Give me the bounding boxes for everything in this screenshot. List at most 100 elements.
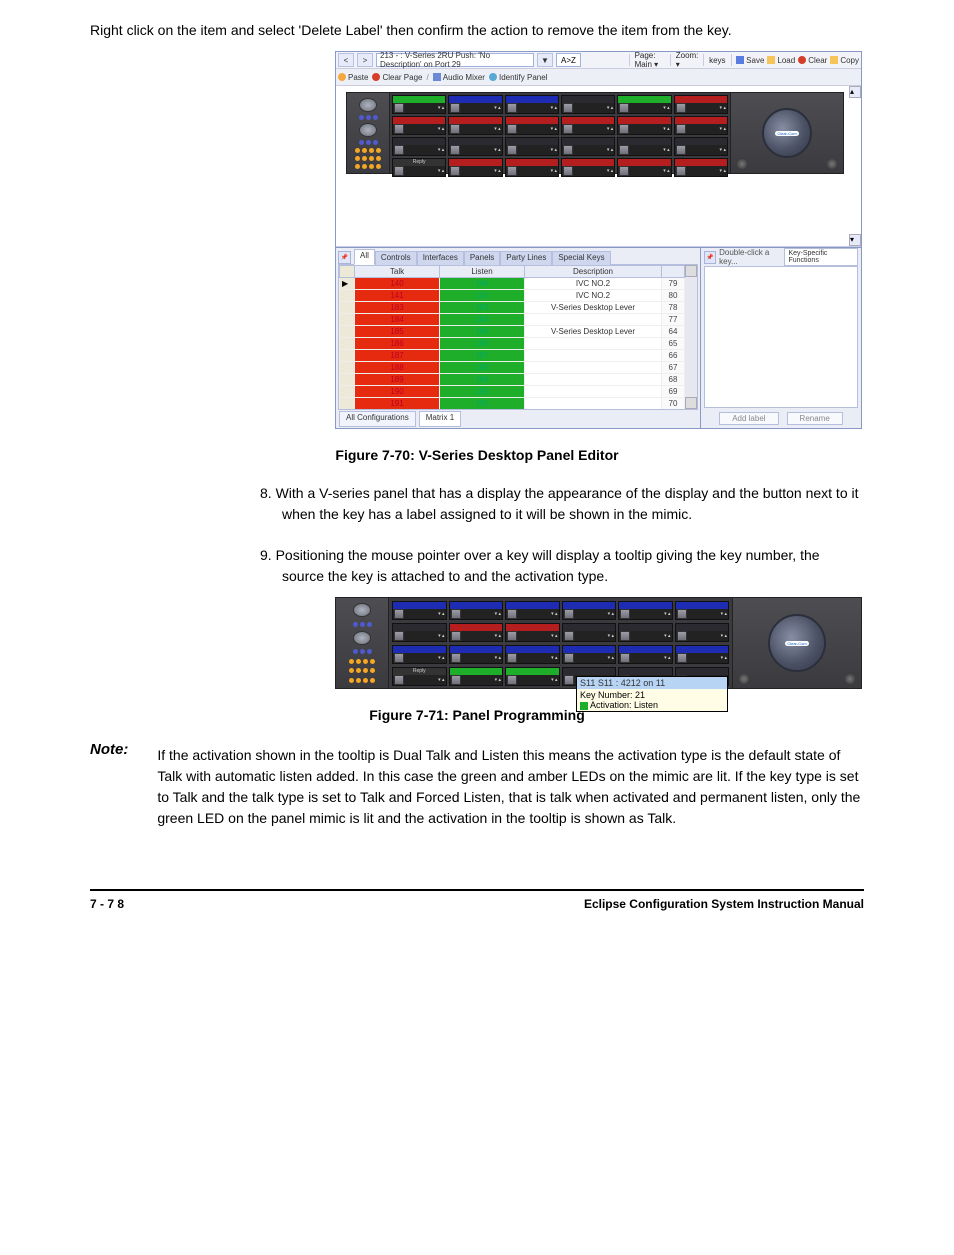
listen-cell[interactable]: 191 [440,398,525,410]
listen-cell[interactable]: 141 [440,290,525,302]
row-selector[interactable] [340,314,355,326]
panel-key[interactable]: ▾ ▴ [561,137,615,156]
table-row[interactable]: 185185V-Series Desktop Lever64 [340,326,685,338]
table-row[interactable]: 141141IVC NO.280 [340,290,685,302]
panel-key[interactable]: ▾ ▴ [675,645,730,664]
panel-key[interactable]: ▾ ▴ [505,116,559,135]
panel-key[interactable]: ▾ ▴ [505,645,560,664]
table-row[interactable]: ▶140140IVC NO.279 [340,278,685,290]
scroll-up-button[interactable]: ▴ [849,86,861,98]
listen-cell[interactable]: 190 [440,386,525,398]
tab-panels[interactable]: Panels [464,251,500,266]
scroll-down-button[interactable]: ▾ [849,234,861,246]
zoom-dropdown[interactable]: Zoom: ▾ [676,51,699,69]
panel-key[interactable]: ▾ ▴ [675,623,730,642]
panel-key[interactable]: ▾ ▴ [618,601,673,620]
panel-key[interactable]: ▾ ▴ [449,667,504,686]
scroll-down-icon[interactable] [685,397,697,409]
panel-key[interactable]: ▾ ▴ [448,137,502,156]
table-row[interactable]: 18618665 [340,338,685,350]
table-row[interactable]: 19119170 [340,398,685,410]
tab-controls[interactable]: Controls [375,251,417,266]
panel-key[interactable]: ▾ ▴ [674,137,728,156]
panel-reply-key[interactable]: Reply▾ ▴ [392,158,446,177]
clear-button[interactable]: Clear [798,56,827,65]
panel-key[interactable]: ▾ ▴ [392,645,447,664]
panel-key[interactable]: ▾ ▴ [448,95,502,114]
row-selector[interactable]: ▶ [340,278,355,290]
talk-cell[interactable]: 187 [355,350,440,362]
panel-key[interactable]: ▾ ▴ [392,116,446,135]
paste-button[interactable]: Paste [338,73,368,82]
panel-key[interactable]: ▾ ▴ [448,158,502,177]
tab-matrix-1[interactable]: Matrix 1 [419,411,461,427]
panel-key[interactable]: ▾ ▴ [505,137,559,156]
talk-cell[interactable]: 140 [355,278,440,290]
panel-key[interactable]: ▾ ▴ [675,601,730,620]
table-row[interactable]: 18418477 [340,314,685,326]
tab-special-keys[interactable]: Special Keys [552,251,610,266]
nav-prev-button[interactable]: < [338,53,354,67]
panel-key[interactable]: ▾ ▴ [505,601,560,620]
talk-cell[interactable]: 190 [355,386,440,398]
panel-key[interactable]: ▾ ▴ [561,158,615,177]
row-selector[interactable] [340,326,355,338]
panel-key[interactable]: ▾ ▴ [617,95,671,114]
rename-button[interactable]: Rename [787,412,843,425]
panel-key[interactable]: ▾ ▴ [562,623,617,642]
panel-key[interactable]: ▾ ▴ [674,95,728,114]
tab-all-configurations[interactable]: All Configurations [339,411,416,427]
page-dropdown[interactable]: Page: Main ▾ [635,51,666,69]
table-row[interactable]: 18918968 [340,374,685,386]
tab-party-lines[interactable]: Party Lines [500,251,552,266]
load-button[interactable]: Load [767,56,795,65]
table-row[interactable]: 183183V-Series Desktop Lever78 [340,302,685,314]
panel-key[interactable]: ▾ ▴ [449,601,504,620]
talk-cell[interactable]: 184 [355,314,440,326]
volume-knob[interactable] [845,674,855,684]
talk-cell[interactable]: 141 [355,290,440,302]
tab-all[interactable]: All [354,249,375,265]
panel-key[interactable]: ▾ ▴ [618,623,673,642]
grid-scrollbar[interactable] [685,265,697,409]
listen-cell[interactable]: 184 [440,314,525,326]
panel-key[interactable]: ▾ ▴ [617,116,671,135]
talk-cell[interactable]: 186 [355,338,440,350]
row-selector[interactable] [340,386,355,398]
volume-knob[interactable] [739,674,749,684]
audio-mixer-button[interactable]: Audio Mixer [433,73,485,82]
panel-key[interactable]: ▾ ▴ [392,601,447,620]
panel-key[interactable]: ▾ ▴ [449,623,504,642]
panel-key[interactable]: ▾ ▴ [448,116,502,135]
add-label-button[interactable]: Add label [719,412,778,425]
panel-key[interactable]: ▾ ▴ [392,95,446,114]
clear-page-button[interactable]: Clear Page [372,73,422,82]
panel-key[interactable]: ▾ ▴ [505,158,559,177]
panel-key[interactable]: ▾ ▴ [561,116,615,135]
panel-key[interactable]: ▾ ▴ [562,645,617,664]
panel-key[interactable]: ▾ ▴ [674,116,728,135]
talk-cell[interactable]: 191 [355,398,440,410]
copy-button[interactable]: Copy [830,56,859,65]
listen-cell[interactable]: 189 [440,374,525,386]
panel-key[interactable]: ▾ ▴ [392,137,446,156]
panel-key[interactable]: ▾ ▴ [561,95,615,114]
volume-knob[interactable] [827,159,837,169]
sort-combo[interactable]: A>Z [556,53,581,67]
table-row[interactable]: 18718766 [340,350,685,362]
row-selector[interactable] [340,290,355,302]
panel-reply-key[interactable]: Reply▾ ▴ [392,667,447,686]
listen-cell[interactable]: 140 [440,278,525,290]
listen-cell[interactable]: 188 [440,362,525,374]
row-selector[interactable] [340,302,355,314]
row-selector[interactable] [340,362,355,374]
pin-icon[interactable]: 📌 [338,251,351,264]
panel-key[interactable]: ▾ ▴ [449,645,504,664]
panel-key[interactable]: ▾ ▴ [392,623,447,642]
tab-interfaces[interactable]: Interfaces [417,251,464,266]
row-selector[interactable] [340,374,355,386]
volume-knob[interactable] [737,159,747,169]
panel-key[interactable]: ▾ ▴ [617,158,671,177]
panel-key[interactable]: ▾ ▴ [674,158,728,177]
table-row[interactable]: 18818867 [340,362,685,374]
